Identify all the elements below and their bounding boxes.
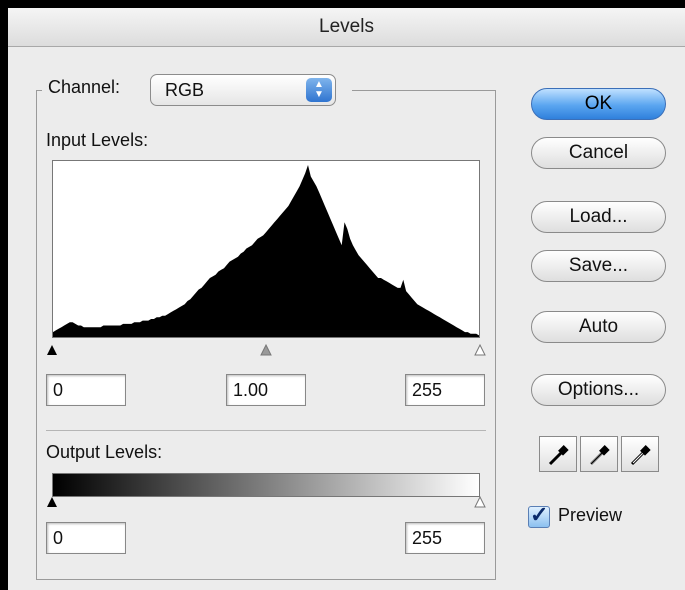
histogram	[52, 160, 480, 338]
auto-button[interactable]: Auto	[531, 311, 666, 343]
output-white-field[interactable]: 255	[405, 522, 485, 554]
output-black-slider[interactable]	[46, 496, 58, 508]
black-eyedropper-icon	[548, 445, 569, 466]
window-title: Levels	[319, 16, 374, 37]
channel-value: RGB	[165, 80, 205, 100]
levels-window: Levels Channel: RGB ▲ ▼ Input Levels: 0 1…	[8, 8, 685, 590]
channel-select[interactable]: RGB ▲ ▼	[150, 74, 336, 106]
gray-eyedropper-button[interactable]	[580, 436, 618, 472]
divider	[46, 430, 486, 431]
save-button[interactable]: Save...	[531, 250, 666, 282]
channel-label: Channel:	[48, 77, 121, 97]
input-black-slider[interactable]	[46, 344, 58, 356]
histogram-area	[53, 165, 479, 337]
input-gamma-field[interactable]: 1.00	[226, 374, 306, 406]
input-gamma-slider[interactable]	[260, 344, 272, 356]
histogram-graph	[53, 165, 479, 337]
gray-eyedropper-icon	[589, 445, 610, 466]
checkmark-icon: ✓	[530, 502, 549, 527]
input-levels-label: Input Levels:	[46, 130, 149, 150]
title-bar[interactable]: Levels	[8, 8, 685, 47]
input-white-field[interactable]: 255	[405, 374, 485, 406]
cancel-button[interactable]: Cancel	[531, 137, 666, 169]
load-button[interactable]: Load...	[531, 201, 666, 233]
input-black-field[interactable]: 0	[46, 374, 126, 406]
output-levels-label: Output Levels:	[46, 442, 163, 462]
preview-label[interactable]: Preview	[558, 505, 622, 526]
input-white-slider[interactable]	[474, 344, 486, 356]
output-gradient-bar	[52, 473, 480, 497]
white-eyedropper-icon	[630, 445, 651, 466]
white-eyedropper-button[interactable]	[621, 436, 659, 472]
black-eyedropper-button[interactable]	[539, 436, 577, 472]
preview-checkbox[interactable]: ✓	[528, 502, 550, 528]
output-black-field[interactable]: 0	[46, 522, 126, 554]
options-button[interactable]: Options...	[531, 374, 666, 406]
output-white-slider[interactable]	[474, 496, 486, 508]
chevron-updown-icon: ▲ ▼	[306, 78, 332, 102]
ok-button[interactable]: OK	[531, 88, 666, 120]
